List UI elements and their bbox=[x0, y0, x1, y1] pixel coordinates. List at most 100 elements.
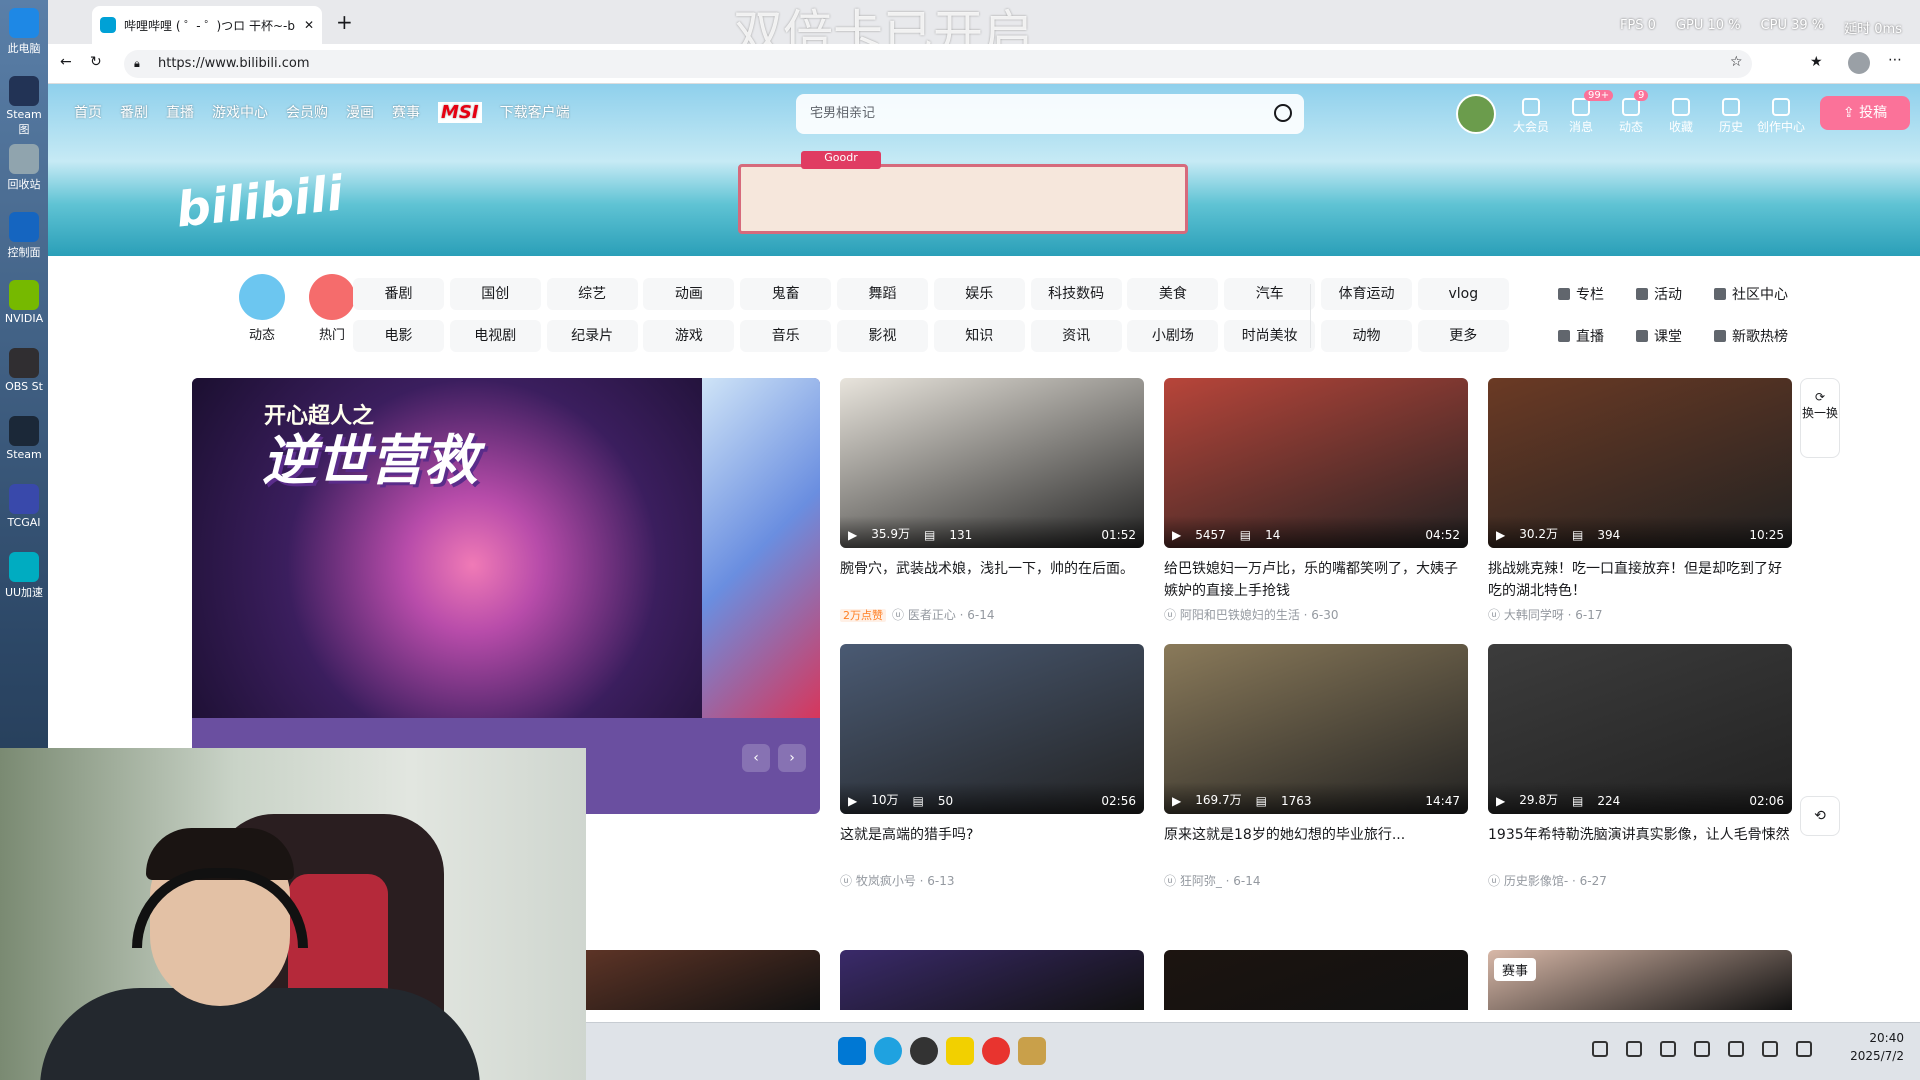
display-icon[interactable] bbox=[1762, 1041, 1778, 1057]
language-icon[interactable] bbox=[1694, 1041, 1710, 1057]
desktop-icon[interactable]: Steam图 bbox=[2, 76, 46, 137]
desktop-icon[interactable]: 控制面 bbox=[2, 212, 46, 260]
video-thumbnail-partial[interactable] bbox=[840, 950, 1144, 1010]
channel-pill[interactable]: 影视 bbox=[837, 320, 928, 352]
author-name[interactable]: 医者正心 bbox=[908, 608, 956, 622]
reload-icon[interactable]: ↻ bbox=[90, 54, 102, 70]
video-thumbnail-partial[interactable] bbox=[1164, 950, 1468, 1010]
refresh-button[interactable]: ⟳ 换一换 bbox=[1800, 378, 1840, 458]
desktop-icon[interactable]: TCGAI bbox=[2, 484, 46, 529]
channel-pill[interactable]: 更多 bbox=[1417, 320, 1509, 352]
quick-entry[interactable]: 动态 bbox=[238, 274, 286, 343]
right-nav-item[interactable]: 历史 bbox=[1706, 94, 1756, 135]
edge-browser-icon[interactable] bbox=[874, 1037, 902, 1065]
channel-pill[interactable]: 音乐 bbox=[740, 320, 832, 352]
video-card[interactable]: ▶ 29.8万 ▤ 224 02:06 1935年希特勒洗脑演讲真实影像，让人毛骨悚然 ⓤ … bbox=[1488, 644, 1792, 889]
video-card[interactable]: ▶ 5457 ▤ 14 04:52 给巴铁媳妇一万卢比，乐的嘴都笑咧了，大姨子嫉妒的直接上… bbox=[1164, 378, 1468, 623]
desktop-icon[interactable]: 此电脑 bbox=[2, 8, 46, 56]
author-name[interactable]: 狂阿弥_ bbox=[1180, 874, 1222, 888]
back-icon[interactable]: ← bbox=[60, 54, 72, 70]
nav-item[interactable]: 漫画 bbox=[346, 102, 374, 123]
right-nav-item[interactable]: 收藏 bbox=[1656, 94, 1706, 135]
video-title[interactable]: 1935年希特勒洗脑演讲真实影像，让人毛骨悚然 bbox=[1488, 824, 1792, 868]
video-thumbnail-partial[interactable]: 赛事 bbox=[1488, 950, 1792, 1010]
msi-logo[interactable]: MSI bbox=[438, 102, 482, 123]
carousel-prev-button[interactable]: ‹ bbox=[742, 744, 770, 772]
channel-pill[interactable]: 电影 bbox=[353, 320, 444, 352]
side-link[interactable]: 活动 bbox=[1636, 284, 1682, 304]
channel-pill[interactable]: 游戏 bbox=[643, 320, 735, 352]
nav-item[interactable]: 番剧 bbox=[120, 102, 148, 123]
video-title[interactable]: 挑战姚克辣！吃一口直接放弃！但是却吃到了好吃的湖北特色！ bbox=[1488, 558, 1792, 602]
app-icon-yellow[interactable] bbox=[946, 1037, 974, 1065]
channel-pill[interactable]: vlog bbox=[1417, 278, 1509, 310]
chevron-up-icon[interactable] bbox=[1592, 1041, 1608, 1057]
new-tab-icon[interactable]: + bbox=[336, 10, 353, 34]
start-windows-icon[interactable] bbox=[838, 1037, 866, 1065]
channel-pill[interactable]: 小剧场 bbox=[1127, 320, 1219, 352]
video-card[interactable]: ▶ 30.2万 ▤ 394 10:25 挑战姚克辣！吃一口直接放弃！但是却吃到了好吃的湖北… bbox=[1488, 378, 1792, 623]
author-name[interactable]: 大韩同学呀 bbox=[1504, 608, 1564, 622]
desktop-icon[interactable]: 回收站 bbox=[2, 144, 46, 192]
more-icon[interactable]: ⋯ bbox=[1888, 52, 1902, 68]
user-avatar[interactable] bbox=[1456, 94, 1496, 134]
ime-icon[interactable] bbox=[1728, 1041, 1744, 1057]
channel-pill[interactable]: 科技数码 bbox=[1030, 278, 1122, 310]
collections-icon[interactable]: ★ bbox=[1810, 54, 1823, 70]
channel-pill[interactable]: 美食 bbox=[1127, 278, 1219, 310]
channel-pill[interactable]: 体育运动 bbox=[1321, 278, 1412, 310]
video-thumbnail[interactable]: ▶ 10万 ▤ 50 02:56 bbox=[840, 644, 1144, 814]
channel-pill[interactable]: 舞蹈 bbox=[837, 278, 928, 310]
video-card[interactable]: ▶ 35.9万 ▤ 131 01:52 腕骨穴，武装战术娘，浅扎一下，帅的在后面。 2万点赞… bbox=[840, 378, 1144, 623]
nav-item[interactable]: 首页 bbox=[74, 102, 102, 123]
favorite-star-icon[interactable]: ☆ bbox=[1730, 54, 1743, 70]
channel-pill[interactable]: 番剧 bbox=[353, 278, 444, 310]
mic-icon[interactable] bbox=[1660, 1041, 1676, 1057]
search-input[interactable]: 宅男相亲记 bbox=[796, 94, 1304, 134]
right-nav-item[interactable]: 动态 9 bbox=[1606, 90, 1656, 135]
quick-entry[interactable]: 热门 bbox=[308, 274, 356, 343]
right-nav-item[interactable]: 消息 99+ bbox=[1556, 90, 1614, 135]
author-name[interactable]: 牧岚疯小号 bbox=[856, 874, 916, 888]
desktop-icon[interactable]: Steam bbox=[2, 416, 46, 461]
channel-pill[interactable]: 动画 bbox=[643, 278, 735, 310]
nav-item[interactable]: 游戏中心 bbox=[212, 102, 268, 123]
nav-item[interactable]: 直播 bbox=[166, 102, 194, 123]
carousel-next-button[interactable]: › bbox=[778, 744, 806, 772]
channel-pill[interactable]: 动物 bbox=[1321, 320, 1412, 352]
nav-item[interactable]: 赛事 bbox=[392, 102, 420, 123]
clock[interactable]: 20:40 2025/7/2 bbox=[1850, 1029, 1904, 1065]
close-tab-icon[interactable]: ✕ bbox=[304, 18, 314, 32]
channel-pill[interactable]: 国创 bbox=[449, 278, 541, 310]
download-client-link[interactable]: 下载客户端 bbox=[500, 102, 570, 123]
site-info-icon[interactable]: 🔒︎ bbox=[134, 57, 140, 71]
video-title[interactable]: 这就是高端的猎手吗? bbox=[840, 824, 1144, 868]
video-title[interactable]: 腕骨穴，武装战术娘，浅扎一下，帅的在后面。 bbox=[840, 558, 1144, 602]
profile-avatar[interactable] bbox=[1848, 52, 1870, 74]
channel-pill[interactable]: 资讯 bbox=[1030, 320, 1122, 352]
desktop-icon[interactable]: NVIDIA bbox=[2, 280, 46, 325]
desktop-icon[interactable]: OBS St bbox=[2, 348, 46, 393]
url-field[interactable]: https://www.bilibili.com bbox=[124, 50, 1752, 78]
league-icon[interactable] bbox=[1018, 1037, 1046, 1065]
browser-tab[interactable]: 哔哩哔哩 ( ゜- ゜)つロ 干杯~-bilibili ✕ bbox=[92, 6, 322, 44]
side-link[interactable]: 直播 bbox=[1558, 326, 1604, 346]
video-thumbnail[interactable]: ▶ 29.8万 ▤ 224 02:06 bbox=[1488, 644, 1792, 814]
channel-pill[interactable]: 纪录片 bbox=[546, 320, 638, 352]
volume-icon[interactable] bbox=[1796, 1041, 1812, 1057]
channel-pill[interactable]: 综艺 bbox=[546, 278, 638, 310]
video-thumbnail[interactable]: ▶ 30.2万 ▤ 394 10:25 bbox=[1488, 378, 1792, 548]
side-link[interactable]: 新歌热榜 bbox=[1714, 326, 1788, 346]
upload-button[interactable]: ⇪ 投稿 bbox=[1820, 96, 1910, 130]
side-link[interactable]: 课堂 bbox=[1636, 326, 1682, 346]
channel-pill[interactable]: 电视剧 bbox=[449, 320, 541, 352]
side-link[interactable]: 专栏 bbox=[1558, 284, 1604, 304]
video-thumbnail[interactable]: ▶ 5457 ▤ 14 04:52 bbox=[1164, 378, 1468, 548]
video-thumbnail[interactable]: ▶ 35.9万 ▤ 131 01:52 bbox=[840, 378, 1144, 548]
author-name[interactable]: 历史影像馆- bbox=[1504, 874, 1568, 888]
channel-pill[interactable]: 知识 bbox=[933, 320, 1025, 352]
video-card[interactable]: ▶ 10万 ▤ 50 02:56 这就是高端的猎手吗? ⓤ 牧岚疯小号 · 6-13 bbox=[840, 644, 1144, 889]
channel-pill[interactable]: 时尚美妆 bbox=[1224, 320, 1316, 352]
video-card[interactable]: ▶ 169.7万 ▤ 1763 14:47 原来这就是18岁的她幻想的毕业旅行... ⓤ 狂… bbox=[1164, 644, 1468, 889]
bilibili-logo[interactable]: bilibili bbox=[174, 165, 346, 238]
